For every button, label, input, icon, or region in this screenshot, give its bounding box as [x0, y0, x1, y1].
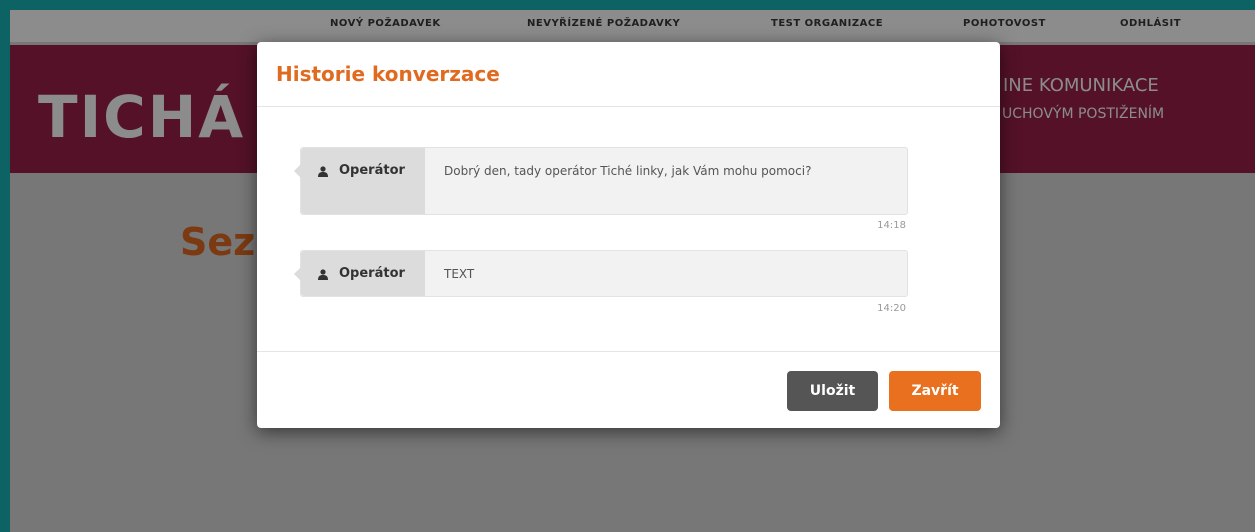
message-item: Operátor TEXT: [294, 250, 908, 297]
close-button[interactable]: Zavřít: [889, 371, 981, 411]
sender-name: Operátor: [339, 163, 405, 178]
save-button[interactable]: Uložit: [787, 371, 878, 411]
modal-footer: Uložit Zavřít: [257, 351, 1000, 429]
conversation-history-dialog: Historie konverzace Operátor Dobrý den, …: [257, 42, 1000, 428]
user-icon: [318, 269, 328, 280]
message-text: TEXT: [444, 267, 475, 281]
message-timestamp: 14:20: [877, 303, 906, 314]
message-sender: Operátor: [294, 148, 425, 214]
message-text: Dobrý den, tady operátor Tiché linky, ja…: [444, 164, 812, 178]
modal-title: Historie konverzace: [276, 62, 500, 86]
modal-header: Historie konverzace: [257, 42, 1000, 107]
sender-name: Operátor: [339, 266, 405, 281]
user-icon: [318, 166, 328, 177]
conversation-list: Operátor Dobrý den, tady operátor Tiché …: [257, 107, 1000, 351]
message-timestamp: 14:18: [877, 220, 906, 231]
message-sender: Operátor: [294, 251, 425, 296]
message-item: Operátor Dobrý den, tady operátor Tiché …: [294, 147, 908, 215]
